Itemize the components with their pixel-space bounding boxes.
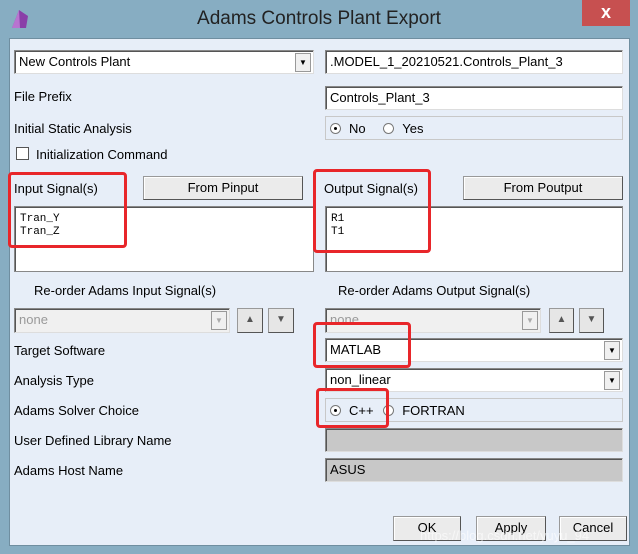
highlight-box-input-signals	[8, 172, 127, 248]
watermark: https://blog.csdn.net/yuyu_94	[420, 528, 590, 543]
move-up-input-button[interactable]: ▲	[237, 308, 263, 333]
window-title: Adams Controls Plant Export	[197, 8, 441, 29]
highlight-box-target-software	[313, 322, 411, 368]
initial-static-label: Initial Static Analysis	[14, 121, 132, 136]
host-name-label: Adams Host Name	[14, 463, 124, 478]
highlight-box-solver-choice	[316, 388, 389, 428]
radio-no[interactable]: No	[330, 121, 366, 136]
reorder-input-label: Re-order Adams Input Signal(s)	[34, 283, 217, 298]
file-prefix-label: File Prefix	[14, 89, 72, 104]
chevron-down-icon: ▼	[211, 311, 227, 330]
chevron-down-icon[interactable]: ▼	[604, 371, 620, 390]
radio-unselected-icon	[383, 123, 395, 134]
file-prefix-input[interactable]: Controls_Plant_3	[325, 86, 623, 110]
move-down-output-button[interactable]: ▼	[579, 308, 604, 333]
arrow-down-icon: ▼	[586, 314, 597, 325]
move-down-input-button[interactable]: ▼	[268, 308, 294, 333]
close-button[interactable]: x	[582, 0, 630, 26]
analysis-type-value: non_linear	[330, 372, 391, 387]
radio-yes-label: Yes	[402, 121, 424, 136]
radio-yes[interactable]: Yes	[383, 121, 423, 136]
user-library-label: User Defined Library Name	[14, 433, 172, 448]
arrow-up-icon: ▲	[245, 314, 255, 325]
solver-choice-label: Adams Solver Choice	[14, 403, 139, 418]
user-library-input	[325, 428, 623, 452]
plant-name-input[interactable]: .MODEL_1_20210521.Controls_Plant_3	[325, 50, 623, 74]
init-command-checkbox[interactable]	[16, 147, 29, 160]
host-name-input: ASUS	[325, 458, 623, 482]
arrow-down-icon: ▼	[276, 314, 286, 325]
chevron-down-icon[interactable]: ▼	[604, 341, 620, 360]
plant-selector-dropdown[interactable]: New Controls Plant ▼	[14, 50, 314, 74]
init-command-label: Initialization Command	[36, 147, 168, 162]
chevron-down-icon[interactable]: ▼	[295, 53, 311, 72]
highlight-box-output-signals	[313, 169, 431, 253]
target-software-label: Target Software	[14, 343, 106, 358]
reorder-output-label: Re-order Adams Output Signal(s)	[338, 283, 531, 298]
radio-no-label: No	[349, 121, 366, 136]
from-pinput-button[interactable]: From Pinput	[143, 176, 303, 200]
reorder-input-dropdown: none ▼	[14, 308, 230, 333]
reorder-input-value: none	[19, 312, 48, 327]
chevron-down-icon: ▼	[522, 311, 538, 330]
radio-fortran-label: FORTRAN	[402, 403, 465, 418]
arrow-up-icon: ▲	[556, 314, 567, 325]
move-up-output-button[interactable]: ▲	[549, 308, 574, 333]
radio-selected-icon	[330, 123, 341, 134]
title-bar: Adams Controls Plant Export x	[0, 0, 638, 38]
from-poutput-button[interactable]: From Poutput	[463, 176, 623, 200]
analysis-type-label: Analysis Type	[14, 373, 94, 388]
initial-static-radio-group: No Yes	[325, 116, 623, 140]
radio-fortran[interactable]: FORTRAN	[383, 403, 465, 418]
plant-selector-value: New Controls Plant	[19, 54, 131, 69]
